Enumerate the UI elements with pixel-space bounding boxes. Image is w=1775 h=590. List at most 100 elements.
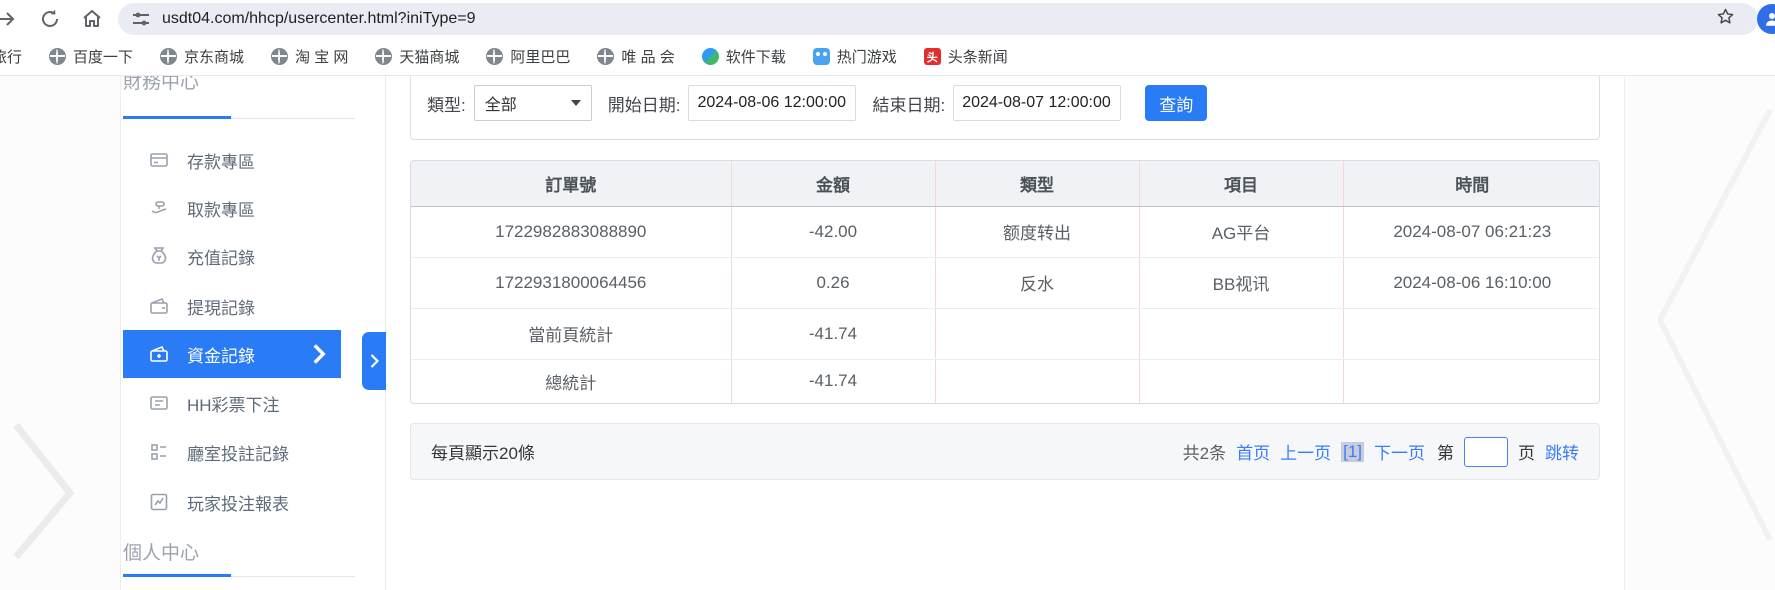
globe-icon xyxy=(160,48,177,65)
cell-amount: -41.74 xyxy=(731,359,935,403)
bookmark-label: 头条新闻 xyxy=(948,46,1008,67)
table-row-grand-total: 總統計 -41.74 xyxy=(411,359,1600,403)
sidebar-item-funds-records[interactable]: 資金記錄 xyxy=(123,330,341,378)
bookmark-item[interactable]: 头头条新闻 xyxy=(924,46,1008,67)
table-row-page-total: 當前頁統計 -41.74 xyxy=(411,308,1600,359)
sidebar-item-label: 廳室投註記錄 xyxy=(187,440,289,465)
funds-records-table: 訂單號 金額 類型 項目 時間 1722982883088890 -42.00 … xyxy=(410,160,1600,404)
hall-list-icon xyxy=(149,442,169,462)
sidebar-item-deposit-zone[interactable]: 存款專區 xyxy=(123,136,341,184)
column-header-order-no: 訂單號 xyxy=(411,161,731,206)
start-date-label: 開始日期: xyxy=(608,91,681,116)
funds-wallet-icon xyxy=(149,344,169,364)
bookmark-item[interactable]: 热门游戏 xyxy=(813,46,897,67)
first-page-link[interactable]: 首页 xyxy=(1236,439,1270,464)
toutiao-icon: 头 xyxy=(924,48,941,65)
jump-button[interactable]: 跳转 xyxy=(1545,439,1579,464)
search-button[interactable]: 查詢 xyxy=(1145,85,1207,121)
start-date-input[interactable] xyxy=(688,85,856,121)
bookmark-item[interactable]: 阿里巴巴 xyxy=(486,46,570,67)
sidebar-item-label: 玩家投注報表 xyxy=(187,490,289,515)
sidebar-item-hh-lottery-bets[interactable]: HH彩票下注 xyxy=(123,379,341,427)
withdraw-hand-icon xyxy=(149,198,169,218)
bookmark-item[interactable]: 淘 宝 网 xyxy=(271,46,348,67)
column-header-time: 時間 xyxy=(1343,161,1600,206)
table-row: 1722931800064456 0.26 反水 BB视讯 2024-08-06… xyxy=(411,257,1600,308)
cell-type: 额度转出 xyxy=(935,206,1139,257)
report-chart-icon xyxy=(149,492,169,512)
bookmark-label: 京东商城 xyxy=(184,46,244,67)
bookmark-item[interactable]: 天猫商城 xyxy=(375,46,459,67)
deposit-card-icon xyxy=(149,150,169,170)
sidebar-collapse-handle[interactable] xyxy=(362,332,386,390)
globe-icon xyxy=(597,48,614,65)
column-header-item: 項目 xyxy=(1139,161,1343,206)
cell-label: 總統計 xyxy=(411,359,731,403)
cell-item: AG平台 xyxy=(1139,206,1343,257)
section-underline xyxy=(123,116,355,119)
sidebar-item-withdraw-zone[interactable]: 取款專區 xyxy=(123,184,341,232)
sidebar-item-label: 資金記錄 xyxy=(187,342,255,367)
cell-time: 2024-08-06 16:10:00 xyxy=(1343,257,1600,308)
sidebar-item-label: HH彩票下注 xyxy=(187,391,280,416)
url-text[interactable]: usdt04.com/hhcp/usercenter.html?iniType=… xyxy=(162,10,476,28)
bookmark-label: 天猫商城 xyxy=(399,46,459,67)
globe-icon xyxy=(375,48,392,65)
pagination-bar: 每頁顯示20條 共2条 首页 上一页 [1] 下一页 第 页 跳转 xyxy=(410,423,1600,480)
current-page-indicator: [1] xyxy=(1341,442,1364,462)
bookmark-item[interactable]: 软件下载 xyxy=(702,46,786,67)
bookmark-label: 旅行 xyxy=(0,49,22,66)
cell-label: 當前頁統計 xyxy=(411,308,731,359)
sidebar-item-recharge-records[interactable]: 充值記錄 xyxy=(123,232,341,280)
column-header-amount: 金額 xyxy=(731,161,935,206)
moneybag-icon xyxy=(149,246,169,266)
next-page-link[interactable]: 下一页 xyxy=(1374,439,1425,464)
bookmark-star-icon[interactable] xyxy=(1716,7,1735,26)
jump-suffix-label: 页 xyxy=(1518,439,1535,464)
sidebar-item-player-bet-report[interactable]: 玩家投注報表 xyxy=(123,478,341,526)
software-icon xyxy=(702,48,719,65)
home-icon[interactable] xyxy=(80,7,104,31)
reload-icon[interactable] xyxy=(38,7,62,31)
bookmark-label: 软件下载 xyxy=(726,46,786,67)
table-header-row: 訂單號 金額 類型 項目 時間 xyxy=(411,161,1600,206)
cell-order-no: 1722931800064456 xyxy=(411,257,731,308)
profile-avatar[interactable] xyxy=(1757,4,1775,34)
url-bar[interactable]: usdt04.com/hhcp/usercenter.html?iniType=… xyxy=(118,3,1758,35)
bookmark-item[interactable]: 百度一下 xyxy=(49,46,133,67)
sidebar-item-label: 充值記錄 xyxy=(187,244,255,269)
bookmark-label: 百度一下 xyxy=(73,46,133,67)
forward-icon[interactable] xyxy=(0,7,18,31)
chevron-right-icon xyxy=(370,354,379,368)
filter-bar: 類型: 全部 開始日期: 結束日期: 查詢 xyxy=(410,66,1600,140)
type-select-value: 全部 xyxy=(485,91,517,115)
sidebar-item-hall-bet-records[interactable]: 廳室投註記錄 xyxy=(123,428,341,476)
jump-prefix-label: 第 xyxy=(1437,439,1454,464)
sidebar-item-withdrawal-records[interactable]: 提現記錄 xyxy=(123,282,341,330)
cell-amount: -42.00 xyxy=(731,206,935,257)
chevron-down-icon xyxy=(571,100,581,106)
total-count-text: 共2条 xyxy=(1183,439,1226,464)
game-icon xyxy=(813,48,830,65)
table-row: 1722982883088890 -42.00 额度转出 AG平台 2024-0… xyxy=(411,206,1600,257)
prev-page-link[interactable]: 上一页 xyxy=(1280,439,1331,464)
bookmark-item[interactable]: 旅行 xyxy=(0,46,22,67)
bookmark-label: 唯 品 会 xyxy=(621,46,674,67)
jump-page-input[interactable] xyxy=(1464,437,1508,467)
globe-icon xyxy=(49,48,66,65)
cell-item: BB视讯 xyxy=(1139,257,1343,308)
type-select[interactable]: 全部 xyxy=(474,85,592,121)
sidebar-section-personal: 個人中心 xyxy=(123,538,353,562)
column-header-type: 類型 xyxy=(935,161,1139,206)
cell-order-no: 1722982883088890 xyxy=(411,206,731,257)
site-settings-icon[interactable] xyxy=(132,10,150,28)
end-date-label: 結束日期: xyxy=(872,91,945,116)
cell-time: 2024-08-07 06:21:23 xyxy=(1343,206,1600,257)
sidebar-item-label: 取款專區 xyxy=(187,196,255,221)
bookmark-item[interactable]: 唯 品 会 xyxy=(597,46,674,67)
bookmark-item[interactable]: 京东商城 xyxy=(160,46,244,67)
bookmark-label: 阿里巴巴 xyxy=(510,46,570,67)
sidebar-item-label: 存款專區 xyxy=(187,148,255,173)
cell-amount: 0.26 xyxy=(731,257,935,308)
end-date-input[interactable] xyxy=(953,85,1121,121)
